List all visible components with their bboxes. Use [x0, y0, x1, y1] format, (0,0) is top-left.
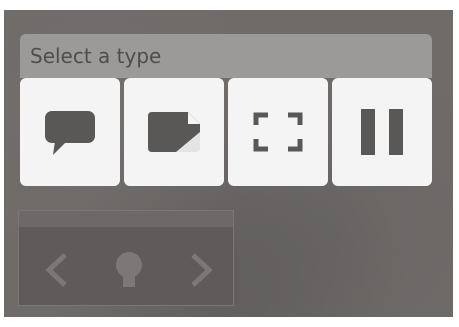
type-options: [20, 78, 432, 186]
home-icon[interactable]: [109, 247, 149, 291]
note-type-button[interactable]: [124, 78, 224, 186]
navigation-panel: [18, 210, 234, 306]
fullscreen-brackets-icon: [253, 112, 303, 152]
pause-type-button[interactable]: [332, 78, 432, 186]
folded-note-icon: [148, 112, 200, 152]
speech-bubble-icon: [45, 111, 95, 155]
chevron-right-icon[interactable]: [187, 251, 215, 289]
type-selector-panel: Select a type: [20, 34, 432, 194]
speech-bubble-type-button[interactable]: [20, 78, 120, 186]
fullscreen-type-button[interactable]: [228, 78, 328, 186]
screen-background: Select a type: [4, 10, 453, 317]
pause-icon: [361, 109, 403, 155]
navigation-panel-header: [19, 211, 233, 227]
chevron-left-icon[interactable]: [43, 251, 71, 289]
type-selector-title: Select a type: [20, 34, 432, 78]
